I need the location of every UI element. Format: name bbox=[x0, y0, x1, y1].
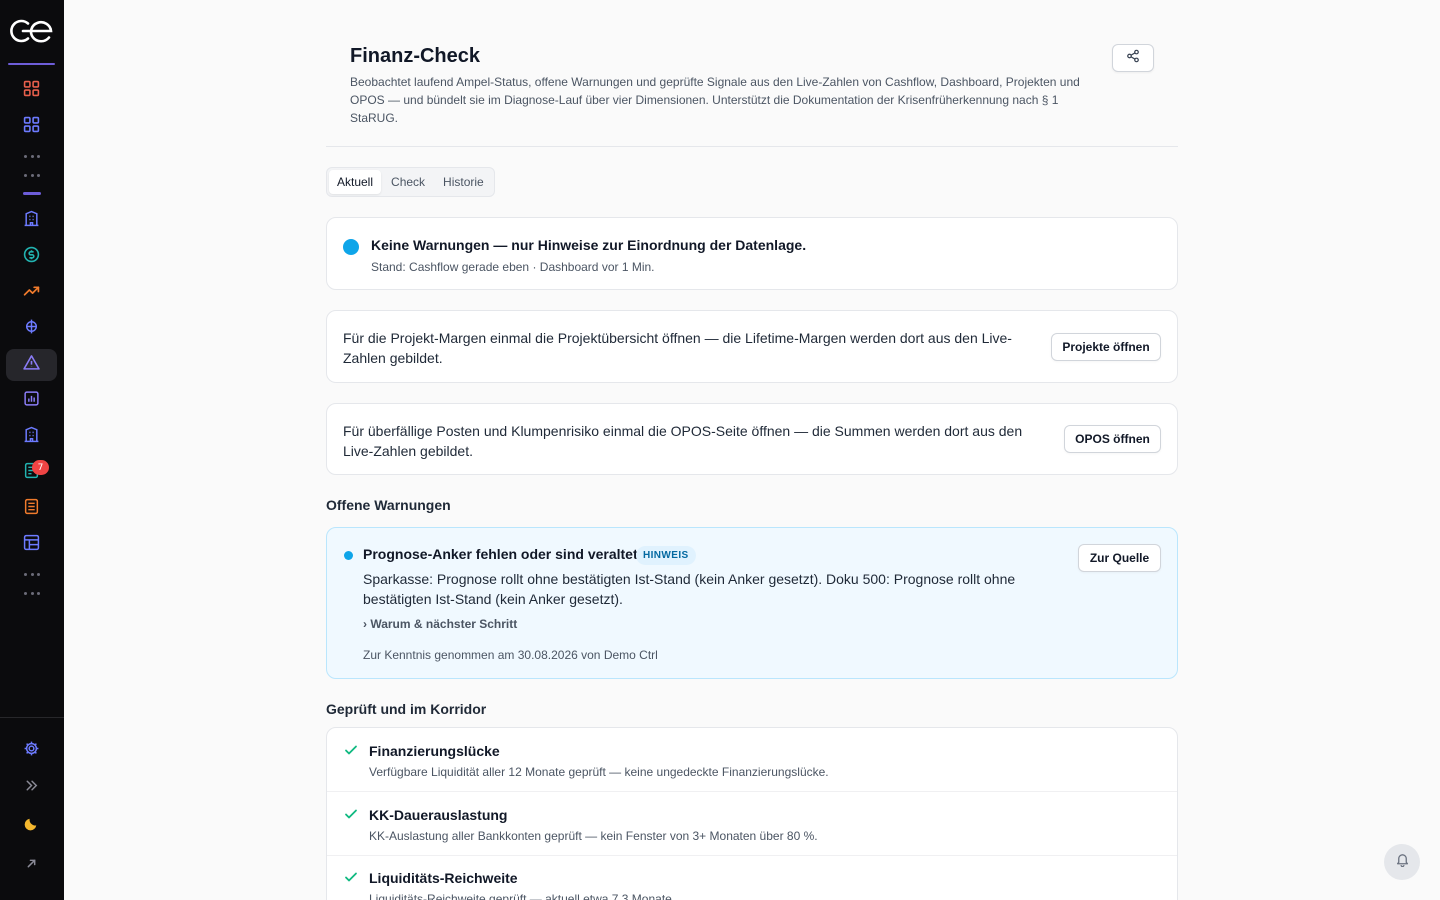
moon-icon bbox=[23, 815, 40, 837]
nav-projects[interactable] bbox=[6, 313, 57, 345]
info-text: Für überfällige Posten und Klumpenrisiko… bbox=[343, 423, 1023, 459]
check-description: KK-Auslastung aller Bankkonten geprüft —… bbox=[369, 829, 818, 843]
currency-icon bbox=[23, 246, 40, 268]
external-link-icon bbox=[23, 855, 40, 877]
checked-list: Finanzierungslücke Verfügbare Liquidität… bbox=[326, 727, 1178, 900]
nav-group-separator bbox=[24, 174, 40, 178]
warning-icon bbox=[23, 354, 40, 376]
nav-overview[interactable] bbox=[6, 111, 57, 143]
nav-settings[interactable] bbox=[6, 735, 57, 767]
info-card-projects: Für die Projekt-Margen einmal die Projek… bbox=[326, 310, 1178, 383]
tab-historie[interactable]: Historie bbox=[435, 170, 492, 194]
nav-documents-review[interactable] bbox=[6, 457, 57, 489]
nav-finanz-check[interactable] bbox=[6, 349, 57, 381]
bank-icon bbox=[23, 426, 40, 448]
page-description: Beobachtet laufend Ampel-Status, offene … bbox=[350, 75, 1080, 125]
bar-chart-icon bbox=[23, 390, 40, 412]
globe-icon bbox=[23, 318, 40, 340]
tab-check[interactable]: Check bbox=[383, 170, 433, 194]
grid-icon bbox=[23, 116, 40, 138]
open-projects-button[interactable]: Projekte öffnen bbox=[1051, 333, 1161, 361]
notifications-button[interactable] bbox=[1384, 844, 1420, 880]
nav-documents[interactable] bbox=[6, 493, 57, 525]
check-description: Verfügbare Liquidität aller 12 Monate ge… bbox=[369, 765, 829, 779]
open-warnings-heading: Offene Warnungen bbox=[326, 497, 451, 513]
sidebar-divider bbox=[0, 717, 64, 718]
open-opos-button[interactable]: OPOS öffnen bbox=[1064, 425, 1161, 453]
nav-group-indicator bbox=[23, 192, 41, 195]
tab-bar: Aktuell Check Historie bbox=[326, 167, 495, 197]
nav-dashboard[interactable] bbox=[6, 75, 57, 107]
go-to-source-button[interactable]: Zur Quelle bbox=[1078, 544, 1161, 572]
nav-group-separator bbox=[24, 573, 40, 577]
share-icon bbox=[1126, 49, 1140, 68]
warning-title: Prognose-Anker fehlen oder sind veraltet bbox=[363, 546, 638, 562]
nav-banks[interactable] bbox=[6, 421, 57, 453]
sidebar: 7 bbox=[0, 0, 64, 900]
acknowledged-note: Zur Kenntnis genommen am 30.08.2026 von … bbox=[363, 648, 658, 662]
severity-badge: HINWEIS bbox=[636, 546, 696, 565]
check-icon bbox=[344, 807, 358, 821]
check-title: Liquiditäts-Reichweite bbox=[369, 870, 518, 886]
status-subtitle: Stand: Cashflow gerade eben · Dashboard … bbox=[371, 260, 655, 274]
expand-icon bbox=[23, 777, 40, 799]
grid-icon bbox=[23, 80, 40, 102]
oe-logo[interactable] bbox=[6, 16, 58, 46]
nav-company[interactable] bbox=[6, 205, 57, 237]
checked-heading: Geprüft und im Korridor bbox=[326, 701, 487, 717]
settings-icon bbox=[23, 740, 40, 762]
nav-tables[interactable] bbox=[6, 529, 57, 561]
table-icon bbox=[23, 534, 40, 556]
bell-icon bbox=[1395, 852, 1410, 872]
warning-indicator bbox=[344, 551, 353, 560]
document-icon bbox=[23, 498, 40, 520]
nav-group-separator bbox=[24, 592, 40, 596]
tab-aktuell[interactable]: Aktuell bbox=[329, 170, 382, 194]
info-card-opos: Für überfällige Posten und Klumpenrisiko… bbox=[326, 403, 1178, 475]
share-button[interactable] bbox=[1112, 44, 1154, 72]
page-title: Finanz-Check bbox=[350, 45, 481, 67]
external-link-button[interactable] bbox=[6, 850, 57, 882]
nav-reports[interactable] bbox=[6, 385, 57, 417]
nav-group-separator bbox=[24, 155, 40, 159]
logo-underline bbox=[8, 63, 55, 65]
expand-sidebar-button[interactable] bbox=[6, 772, 57, 804]
nav-trends[interactable] bbox=[6, 277, 57, 309]
status-indicator bbox=[343, 239, 359, 255]
status-title: Keine Warnungen — nur Hinweise zur Einor… bbox=[371, 237, 807, 253]
check-description: Liquiditäts-Reichweite geprüft — aktuell… bbox=[369, 892, 676, 900]
trend-up-icon bbox=[23, 282, 40, 304]
why-next-step-toggle[interactable]: › Warum & nächster Schritt bbox=[363, 617, 517, 631]
check-title: Finanzierungslücke bbox=[369, 743, 500, 759]
building-icon bbox=[23, 210, 40, 232]
warning-text: Sparkasse: Prognose rollt ohne bestätigt… bbox=[363, 571, 1016, 607]
list-item: Finanzierungslücke Verfügbare Liquidität… bbox=[327, 728, 1177, 792]
nav-cashflow[interactable] bbox=[6, 241, 57, 273]
status-card: Keine Warnungen — nur Hinweise zur Einor… bbox=[326, 217, 1178, 290]
check-title: KK-Dauerauslastung bbox=[369, 807, 508, 823]
check-icon bbox=[344, 870, 358, 884]
list-item: KK-Dauerauslastung KK-Auslastung aller B… bbox=[327, 792, 1177, 856]
list-item: Liquiditäts-Reichweite Liquiditäts-Reich… bbox=[327, 855, 1177, 900]
check-icon bbox=[344, 743, 358, 757]
info-text: Für die Projekt-Margen einmal die Projek… bbox=[343, 330, 1012, 366]
warning-card: Prognose-Anker fehlen oder sind veraltet… bbox=[326, 527, 1178, 679]
theme-toggle[interactable] bbox=[6, 810, 57, 842]
notification-badge: 7 bbox=[32, 460, 49, 475]
page-header: Finanz-Check Beobachtet laufend Ampel-St… bbox=[326, 0, 1178, 147]
